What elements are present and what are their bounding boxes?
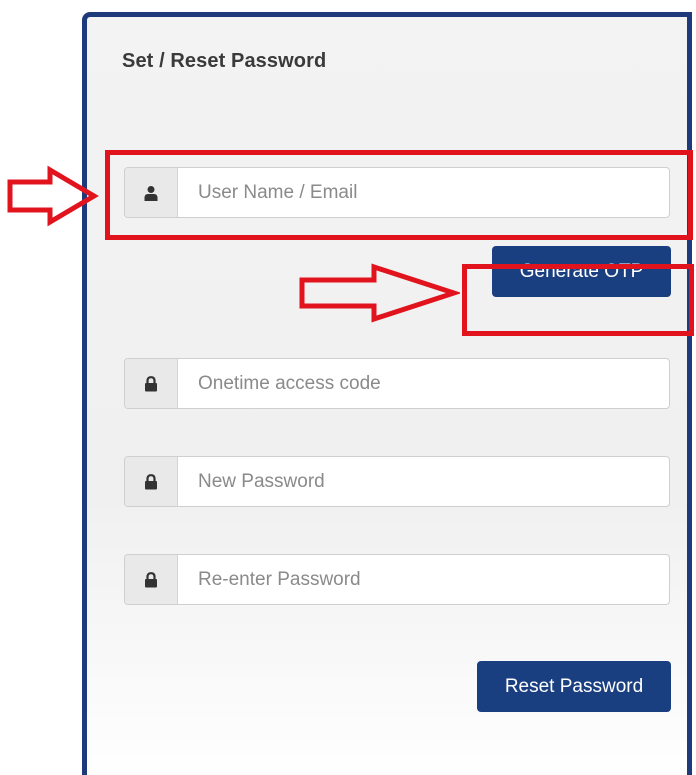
- username-field-highlight: [105, 150, 693, 240]
- generate-otp-highlight: [462, 264, 694, 336]
- arrow-right-icon: [7, 165, 99, 227]
- confirm-password-input[interactable]: [178, 555, 669, 604]
- arrow-right-icon: [299, 263, 460, 323]
- panel-title: Set / Reset Password: [122, 50, 327, 72]
- new-password-addon: [125, 457, 178, 506]
- confirm-password-input-group: [124, 554, 670, 605]
- otp-addon: [125, 359, 178, 408]
- otp-input-group: [124, 358, 670, 409]
- confirm-password-addon: [125, 555, 178, 604]
- reset-password-button[interactable]: Reset Password: [477, 661, 671, 712]
- reset-password-screen: Set / Reset Password Generate OTP: [0, 0, 696, 775]
- new-password-input[interactable]: [178, 457, 669, 506]
- lock-icon: [145, 375, 157, 391]
- new-password-input-group: [124, 456, 670, 507]
- lock-icon: [145, 571, 157, 587]
- otp-input[interactable]: [178, 359, 669, 408]
- lock-icon: [145, 473, 157, 489]
